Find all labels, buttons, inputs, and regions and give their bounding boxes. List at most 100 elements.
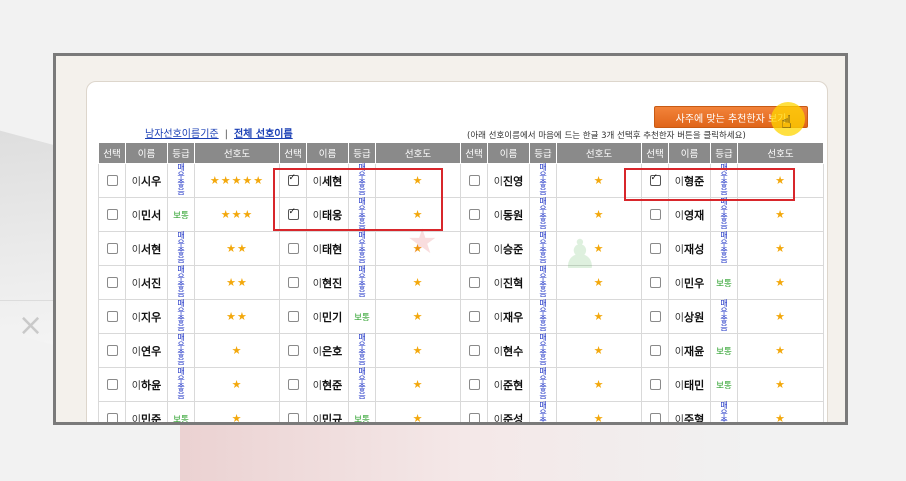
surname: 이 <box>493 210 503 222</box>
name-select-checkbox[interactable] <box>468 344 480 356</box>
given-name: 주형 <box>683 412 705 425</box>
grade-cell: 보통 <box>710 265 738 300</box>
name-select-checkbox[interactable] <box>287 412 299 422</box>
name-select-checkbox[interactable] <box>649 310 661 322</box>
name-select-checkbox[interactable] <box>106 174 118 186</box>
select-cell <box>460 265 488 300</box>
preference-cell: ★★ <box>194 265 280 300</box>
star-rating-icon: ★★ <box>226 276 248 289</box>
name-cell: 이재성 <box>668 231 711 266</box>
name-select-checkbox[interactable] <box>468 242 480 254</box>
select-cell <box>641 265 669 300</box>
select-cell <box>98 163 126 198</box>
star-rating-icon: ★ <box>412 344 424 357</box>
grade-label: 보통 <box>716 346 732 357</box>
grade-cell: 매우좋음 <box>529 197 557 232</box>
star-rating-icon: ★ <box>775 242 786 255</box>
grade-label: 매우좋음 <box>358 265 366 298</box>
grade-cell: 매우좋음 <box>529 163 557 198</box>
grade-label: 매우좋음 <box>539 333 547 366</box>
select-cell <box>279 401 307 422</box>
grade-cell: 매우좋음 <box>529 265 557 300</box>
surname: 이 <box>674 380 684 392</box>
column-header: 선호도 <box>737 142 824 164</box>
preference-cell: ★★★★★ <box>194 163 280 198</box>
grade-label: 매우좋음 <box>358 333 366 366</box>
surname: 이 <box>674 278 684 290</box>
given-name: 하윤 <box>140 378 162 392</box>
link-separator: | <box>224 129 228 140</box>
all-preference-link[interactable]: 전체 선호이름 <box>234 129 293 140</box>
name-select-checkbox[interactable] <box>649 344 661 356</box>
surname: 이 <box>493 278 503 290</box>
given-name: 시우 <box>140 174 162 188</box>
grade-cell: 매우좋음 <box>167 265 195 300</box>
grade-label: 매우좋음 <box>358 367 366 400</box>
name-select-checkbox[interactable] <box>468 276 480 288</box>
column-header: 등급 <box>529 142 557 164</box>
name-select-checkbox[interactable] <box>468 208 480 220</box>
name-select-checkbox[interactable] <box>649 208 661 220</box>
grade-cell: 매우좋음 <box>710 401 738 422</box>
name-cell: 이민우 <box>668 265 711 300</box>
table-row: 이연우 매우좋음 ★ 이은호 매우좋음 ★ 이현수 매우좋음 ★ 이재윤 보통 ★ <box>98 333 824 368</box>
given-name: 서진 <box>140 276 162 290</box>
name-select-checkbox[interactable] <box>468 378 480 390</box>
name-select-checkbox[interactable] <box>106 344 118 356</box>
name-select-checkbox[interactable] <box>106 412 118 422</box>
name-select-checkbox[interactable] <box>106 242 118 254</box>
surname: 이 <box>493 312 503 324</box>
surname: 이 <box>493 414 503 425</box>
select-cell <box>460 367 488 402</box>
name-cell: 이연우 <box>125 333 168 368</box>
background-decoration <box>180 425 740 481</box>
given-name: 동원 <box>502 208 524 222</box>
grade-cell: 매우좋음 <box>710 197 738 232</box>
list-filter-links: 남자선호이름기준 | 전체 선호이름 <box>145 125 293 140</box>
surname: 이 <box>493 176 503 188</box>
grade-label: 매우좋음 <box>177 265 185 298</box>
name-select-checkbox[interactable] <box>468 412 480 422</box>
name-list-panel: 남자선호이름기준 | 전체 선호이름 사주에 맞는 추천한자 보기 ☝ (아래 선호… <box>86 81 828 425</box>
grade-label: 매우좋음 <box>720 231 728 264</box>
name-cell: 이민준 <box>125 401 168 422</box>
name-select-checkbox[interactable] <box>106 276 118 288</box>
male-preference-link[interactable]: 남자선호이름기준 <box>145 129 219 140</box>
name-select-checkbox[interactable] <box>468 310 480 322</box>
background-decoration: × <box>18 308 44 343</box>
star-rating-icon: ★ <box>412 310 424 323</box>
surname: 이 <box>131 210 141 222</box>
grade-label: 매우좋음 <box>177 231 185 264</box>
name-cell: 이진영 <box>487 163 530 198</box>
select-cell <box>98 401 126 422</box>
grade-label: 매우좋음 <box>720 299 728 332</box>
given-name: 재우 <box>502 310 524 324</box>
name-select-checkbox[interactable] <box>106 208 118 220</box>
grade-cell: 보통 <box>167 401 195 422</box>
name-select-checkbox[interactable] <box>287 378 299 390</box>
surname: 이 <box>493 346 503 358</box>
name-select-checkbox[interactable] <box>287 310 299 322</box>
name-select-checkbox[interactable] <box>649 242 661 254</box>
select-cell <box>641 401 669 422</box>
surname: 이 <box>131 346 141 358</box>
preference-cell: ★ <box>556 367 642 402</box>
name-select-checkbox[interactable] <box>106 378 118 390</box>
preference-cell: ★ <box>375 367 461 402</box>
grade-cell: 매우좋음 <box>348 333 376 368</box>
surname: 이 <box>674 414 684 425</box>
name-select-checkbox[interactable] <box>468 174 480 186</box>
surname: 이 <box>493 244 503 256</box>
grade-cell: 매우좋음 <box>167 231 195 266</box>
name-select-checkbox[interactable] <box>287 242 299 254</box>
name-select-checkbox[interactable] <box>649 412 661 422</box>
select-cell <box>98 197 126 232</box>
name-select-checkbox[interactable] <box>649 378 661 390</box>
name-select-checkbox[interactable] <box>106 310 118 322</box>
name-select-checkbox[interactable] <box>287 344 299 356</box>
preference-cell: ★ <box>375 401 461 422</box>
name-select-checkbox[interactable] <box>649 276 661 288</box>
name-select-checkbox[interactable] <box>287 276 299 288</box>
table-header-row: 선택 이름 등급 선호도 선택 이름 등급 선호도 선택 이름 등급 선호도 선택 이름 등급 선호도 <box>98 142 824 164</box>
select-cell <box>98 299 126 334</box>
